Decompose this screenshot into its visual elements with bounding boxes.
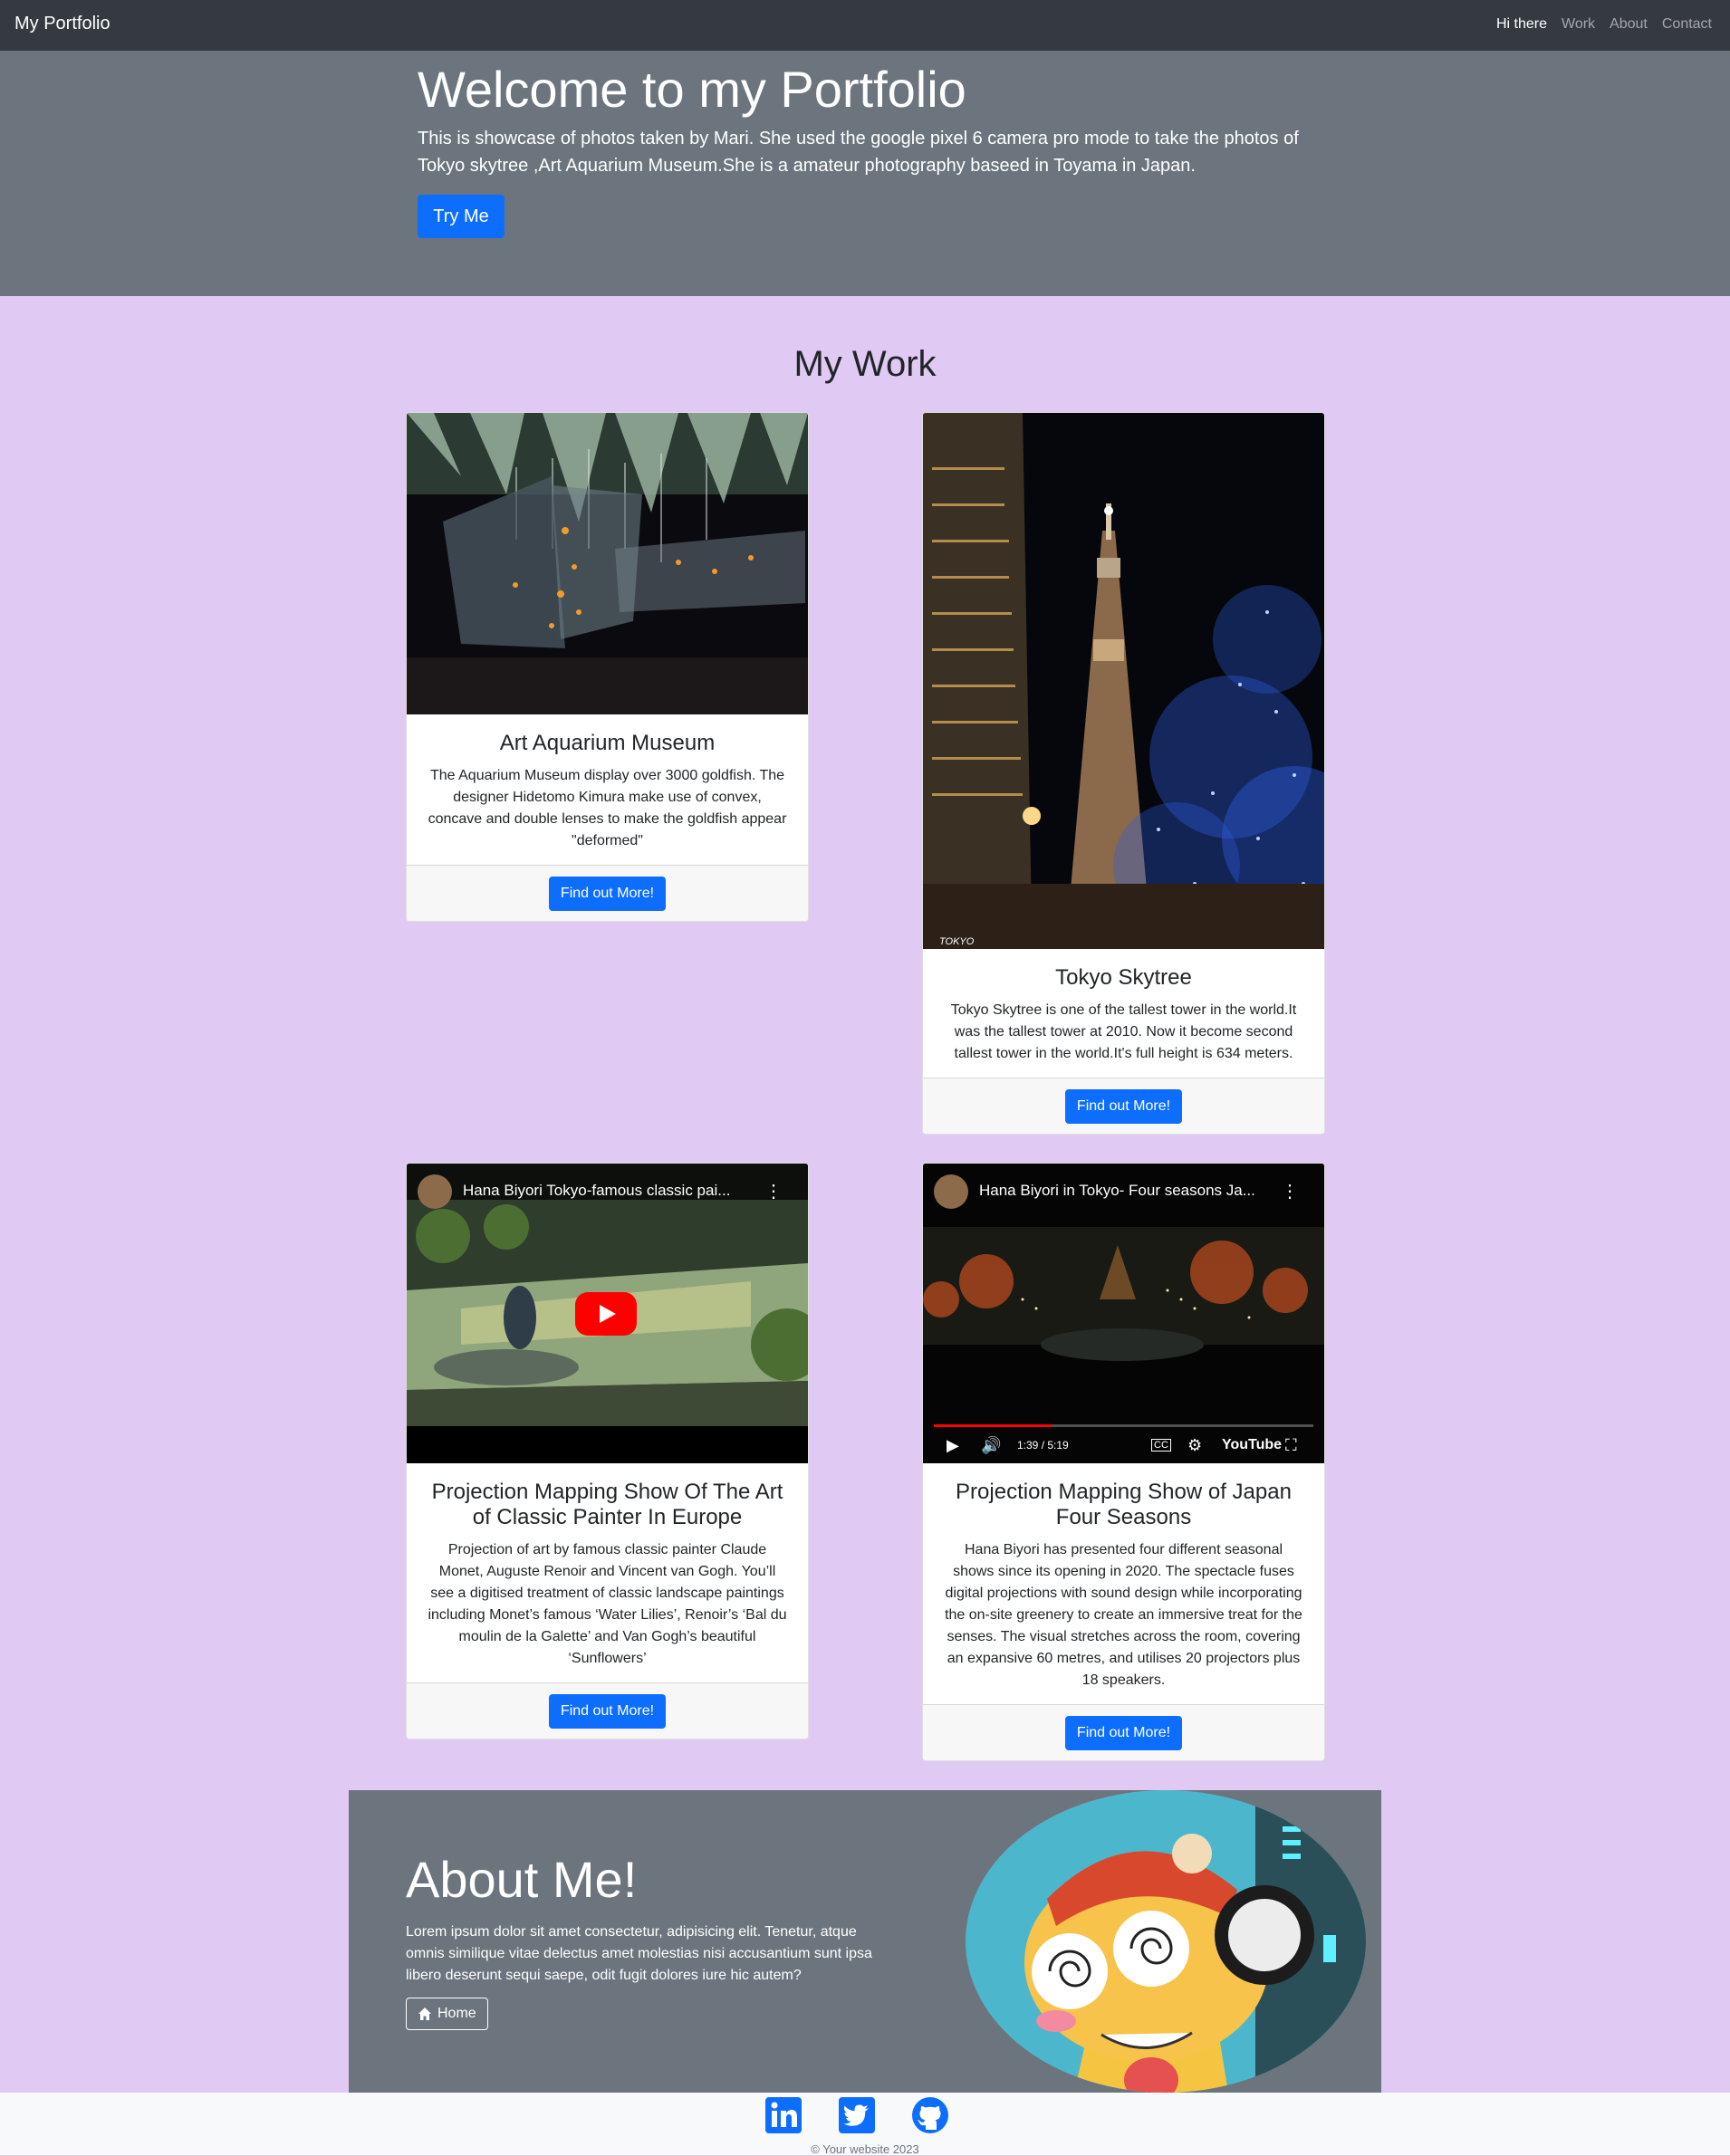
- work-card-four-seasons: Hana Biyori in Tokyo- Four seasons Ja...…: [922, 1163, 1325, 1761]
- nav-link-work[interactable]: Work: [1562, 16, 1595, 33]
- youtube-logo[interactable]: YouTube: [1222, 1437, 1282, 1453]
- home-button-label: Home: [437, 2006, 476, 2021]
- card-text: Hana Biyori has presented four different…: [945, 1542, 1302, 1688]
- hero-section: Welcome to my Portfolio This is showcase…: [0, 51, 1730, 296]
- find-out-more-button[interactable]: Find out More!: [1064, 1089, 1183, 1124]
- try-me-button[interactable]: Try Me: [418, 195, 505, 238]
- social-links: [764, 2095, 950, 2135]
- more-vert-icon[interactable]: ⋮: [1281, 1180, 1299, 1203]
- volume-icon[interactable]: 🔊: [981, 1436, 1001, 1455]
- navbar-brand[interactable]: My Portfolio: [14, 14, 111, 34]
- home-button[interactable]: Home: [406, 1998, 488, 2030]
- youtube-embed[interactable]: Hana Biyori Tokyo-famous classic pai... …: [407, 1164, 808, 1463]
- card-text: Projection of art by famous classic pain…: [428, 1542, 787, 1666]
- card-text: Tokyo Skytree is one of the tallest towe…: [950, 1002, 1297, 1061]
- find-out-more-button[interactable]: Find out More!: [548, 877, 667, 911]
- about-text: Lorem ipsum dolor sit amet consectetur, …: [406, 1924, 872, 1983]
- card-text: The Aquarium Museum display over 3000 go…: [428, 768, 787, 848]
- card-footer: Find out More!: [923, 1078, 1324, 1134]
- more-vert-icon[interactable]: ⋮: [764, 1180, 783, 1203]
- find-out-more-button[interactable]: Find out More!: [548, 1694, 667, 1729]
- card-footer: Find out More!: [923, 1704, 1324, 1760]
- copyright-text: © Your website 2023: [811, 2142, 919, 2156]
- settings-icon[interactable]: ⚙: [1187, 1436, 1202, 1455]
- video-header: Hana Biyori Tokyo-famous classic pai... …: [407, 1164, 808, 1222]
- card-title: Projection Mapping Show Of The Art of Cl…: [431, 1480, 783, 1529]
- video-title[interactable]: Hana Biyori Tokyo-famous classic pai...: [463, 1182, 753, 1200]
- card-body: Projection Mapping Show of Japan Four Se…: [923, 1463, 1324, 1704]
- about-title: About Me!: [406, 1851, 638, 1908]
- play-icon[interactable]: ▶: [947, 1436, 959, 1455]
- twitter-icon[interactable]: [837, 2095, 877, 2135]
- work-card-aquarium: Art Aquarium Museum The Aquarium Museum …: [406, 412, 809, 922]
- card-body: Projection Mapping Show Of The Art of Cl…: [407, 1463, 808, 1682]
- fullscreen-icon[interactable]: ⛶: [1285, 1436, 1297, 1455]
- youtube-embed[interactable]: Hana Biyori in Tokyo- Four seasons Ja...…: [923, 1164, 1324, 1463]
- channel-avatar[interactable]: [418, 1174, 452, 1209]
- home-icon: [418, 2007, 431, 2020]
- nav-link-contact[interactable]: Contact: [1662, 16, 1712, 33]
- footer: © Your website 2023: [0, 2093, 1730, 2156]
- github-icon[interactable]: [910, 2095, 950, 2135]
- card-footer: Find out More!: [407, 1682, 808, 1739]
- work-card-classic-painter: Hana Biyori Tokyo-famous classic pai... …: [406, 1163, 809, 1739]
- nav-link-hi-there[interactable]: Hi there: [1496, 16, 1547, 33]
- aquarium-photo: [407, 413, 808, 714]
- card-title: Tokyo Skytree: [1055, 965, 1192, 990]
- work-section-title: My Work: [793, 344, 937, 384]
- card-footer: Find out More!: [407, 865, 808, 921]
- skytree-watermark: TOKYO: [939, 936, 975, 947]
- play-icon[interactable]: [575, 1292, 637, 1336]
- video-title[interactable]: Hana Biyori in Tokyo- Four seasons Ja...: [979, 1182, 1269, 1200]
- card-body: Art Aquarium Museum The Aquarium Museum …: [407, 714, 808, 865]
- work-card-skytree: TOKYO Tokyo Skytree Tokyo Skytree is one…: [922, 412, 1325, 1135]
- hero-text: This is showcase of photos taken by Mari…: [418, 129, 1299, 176]
- video-time: 1:39 / 5:19: [1017, 1439, 1069, 1452]
- video-controls: ▶ 🔊 1:39 / 5:19 CC ⚙ YouTube ⛶: [923, 1427, 1324, 1463]
- card-title: Projection Mapping Show of Japan Four Se…: [956, 1480, 1292, 1529]
- nav-links: Hi there Work About Contact: [1496, 16, 1712, 33]
- navbar: My Portfolio Hi there Work About Contact: [0, 0, 1730, 51]
- hero-title: Welcome to my Portfolio: [418, 61, 966, 118]
- card-title: Art Aquarium Museum: [499, 731, 716, 755]
- channel-avatar[interactable]: [934, 1174, 968, 1209]
- skytree-photo: TOKYO: [923, 413, 1324, 949]
- linkedin-icon[interactable]: [764, 2095, 803, 2135]
- about-cartoon-image: [966, 1790, 1366, 2093]
- card-body: Tokyo Skytree Tokyo Skytree is one of th…: [923, 949, 1324, 1078]
- captions-icon[interactable]: CC: [1151, 1439, 1171, 1452]
- about-section: About Me! Lorem ipsum dolor sit amet con…: [349, 1790, 1381, 2093]
- nav-link-about[interactable]: About: [1610, 16, 1648, 33]
- video-header: Hana Biyori in Tokyo- Four seasons Ja...…: [923, 1164, 1324, 1222]
- find-out-more-button[interactable]: Find out More!: [1064, 1716, 1183, 1750]
